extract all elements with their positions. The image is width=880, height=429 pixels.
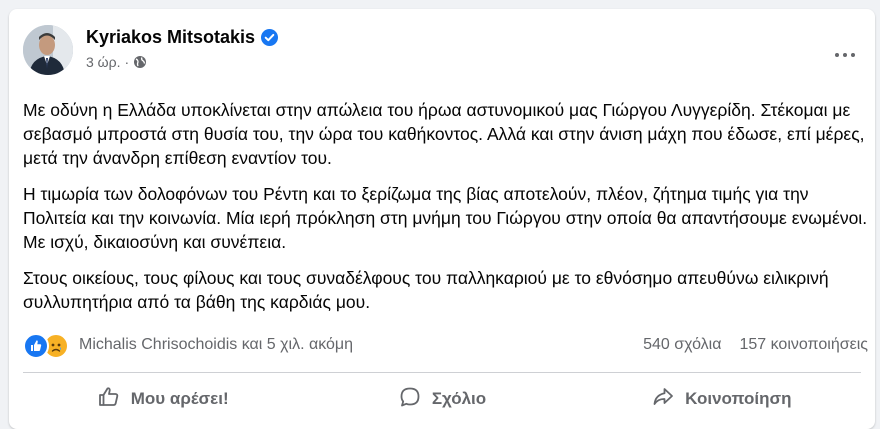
comment-button[interactable]: Σχόλιο bbox=[302, 377, 581, 421]
reaction-names[interactable]: Michalis Chrisochoidis και 5 χιλ. ακόμη bbox=[79, 336, 353, 354]
reaction-icons[interactable] bbox=[23, 333, 69, 359]
author-avatar[interactable] bbox=[23, 25, 73, 75]
post-paragraph: Με οδύνη η Ελλάδα υποκλίνεται στην απώλε… bbox=[23, 100, 865, 168]
dot-icon bbox=[835, 53, 839, 57]
like-reaction-icon bbox=[23, 333, 49, 359]
meta-separator: · bbox=[124, 54, 130, 70]
like-button-label: Μου αρέσει! bbox=[130, 389, 229, 408]
more-options-button[interactable] bbox=[827, 43, 863, 67]
verified-badge-icon bbox=[261, 29, 279, 46]
author-name-text[interactable]: Kyriakos Mitsotakis bbox=[86, 27, 255, 48]
share-count[interactable]: 157 κοινοποιήσεις bbox=[739, 336, 868, 354]
post-header: Kyriakos Mitsotakis 3 ώρ. · bbox=[23, 25, 863, 75]
like-button[interactable]: Μου αρέσει! bbox=[23, 377, 302, 421]
thumbs-up-icon bbox=[97, 385, 121, 414]
share-button[interactable]: Κοινοποίηση bbox=[582, 377, 861, 421]
post-card: Kyriakos Mitsotakis 3 ώρ. · Με οδύνη η Ε… bbox=[9, 9, 875, 429]
dot-icon bbox=[851, 53, 855, 57]
engagement-counts: 540 σχόλια 157 κοινοποιήσεις bbox=[643, 336, 868, 354]
share-button-label: Κοινοποίηση bbox=[685, 389, 792, 408]
post-paragraph: Στους οικείους, τους φίλους και τους συν… bbox=[23, 268, 829, 312]
comment-button-label: Σχόλιο bbox=[431, 389, 487, 408]
post-text: Με οδύνη η Ελλάδα υποκλίνεται στην απώλε… bbox=[23, 98, 873, 326]
post-paragraph: Η τιμωρία των δολοφόνων του Ρέντη και το… bbox=[23, 184, 868, 252]
actions-divider bbox=[23, 372, 861, 373]
reactions-bar: Michalis Chrisochoidis και 5 χιλ. ακόμη … bbox=[23, 333, 868, 359]
globe-icon[interactable] bbox=[133, 55, 147, 69]
share-arrow-icon bbox=[651, 385, 675, 414]
dot-icon bbox=[843, 53, 847, 57]
post-actions: Μου αρέσει! Σχόλιο Κοινοποίηση bbox=[23, 377, 861, 421]
post-meta: 3 ώρ. · bbox=[86, 54, 147, 70]
comment-bubble-icon bbox=[398, 385, 422, 414]
post-timestamp[interactable]: 3 ώρ. bbox=[86, 54, 120, 70]
author-name[interactable]: Kyriakos Mitsotakis bbox=[86, 27, 279, 48]
comment-count[interactable]: 540 σχόλια bbox=[643, 336, 721, 354]
